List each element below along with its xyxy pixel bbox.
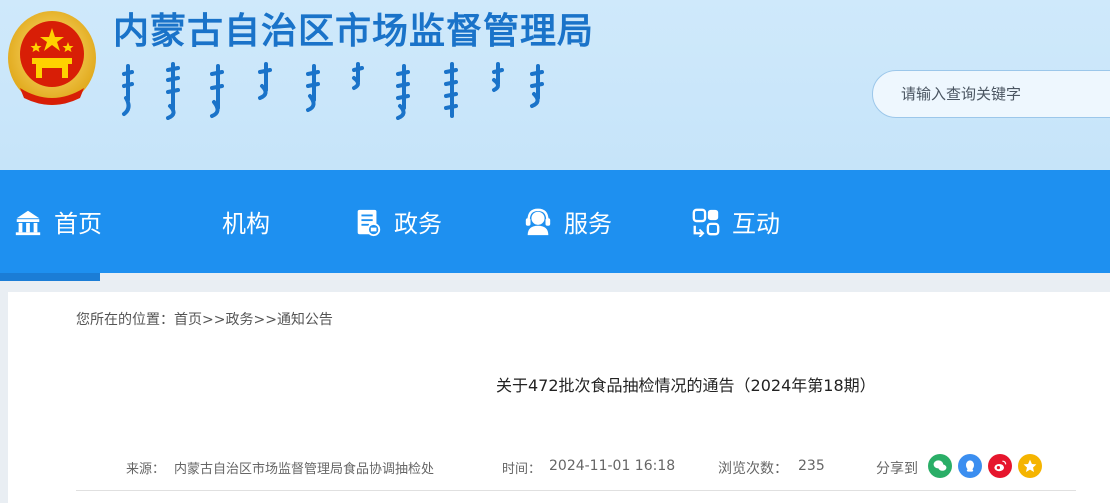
source-label: 来源： [126, 462, 166, 477]
national-emblem-icon [6, 8, 98, 108]
source-value: 内蒙古自治区市场监督管理局食品协调抽检处 [174, 462, 435, 477]
nav-item-organization[interactable]: 机构 [222, 170, 270, 273]
qq-share-icon[interactable] [958, 454, 982, 478]
exchange-icon [690, 206, 722, 238]
breadcrumb-separator: >> [253, 312, 277, 328]
nav-label-organization: 机构 [222, 210, 270, 238]
article-title: 关于472批次食品抽检情况的通告（2024年第18期） [496, 376, 876, 395]
document-icon [352, 206, 384, 238]
weibo-share-icon[interactable] [988, 454, 1012, 478]
building-icon [12, 206, 44, 238]
nav-item-home[interactable]: 首页 [12, 170, 102, 273]
time-label: 时间： [502, 462, 542, 477]
views-label: 浏览次数： [718, 461, 788, 477]
meta-divider [76, 490, 1076, 491]
content-panel: 您所在的位置：首页>>政务>>通知公告 关于472批次食品抽检情况的通告（202… [8, 292, 1110, 503]
mongolian-script-logo [118, 60, 618, 120]
nav-item-services[interactable]: 服务 [522, 170, 612, 273]
nav-item-interaction[interactable]: 互动 [690, 170, 780, 273]
share-label: 分享到 [876, 461, 918, 477]
headset-icon [522, 206, 554, 238]
breadcrumb-current-link[interactable]: 通知公告 [277, 312, 333, 328]
views-value: 235 [798, 458, 825, 474]
time-value: 2024-11-01 16:18 [549, 458, 676, 474]
breadcrumb-home-link[interactable]: 首页 [174, 312, 202, 328]
share-icons [928, 454, 1042, 478]
nav-item-government-affairs[interactable]: 政务 [352, 170, 442, 273]
breadcrumb-section-link[interactable]: 政务 [225, 312, 253, 328]
search-box[interactable] [872, 70, 1110, 118]
search-input[interactable] [901, 85, 1101, 103]
wechat-share-icon[interactable] [928, 454, 952, 478]
nav-label-interaction: 互动 [732, 210, 780, 238]
nav-label-home: 首页 [54, 210, 102, 238]
main-nav: 首页 机构 政务 服务 互动 [0, 170, 1110, 273]
nav-label-services: 服务 [564, 210, 612, 238]
breadcrumb-prefix: 您所在的位置： [76, 312, 174, 328]
breadcrumb: 您所在的位置：首页>>政务>>通知公告 [76, 309, 333, 329]
site-header: 内蒙古自治区市场监督管理局 [0, 0, 1110, 170]
active-nav-indicator [0, 273, 100, 281]
site-title: 内蒙古自治区市场监督管理局 [113, 11, 595, 52]
qzone-share-icon[interactable] [1018, 454, 1042, 478]
breadcrumb-separator: >> [202, 312, 226, 328]
nav-label-government-affairs: 政务 [394, 210, 442, 238]
